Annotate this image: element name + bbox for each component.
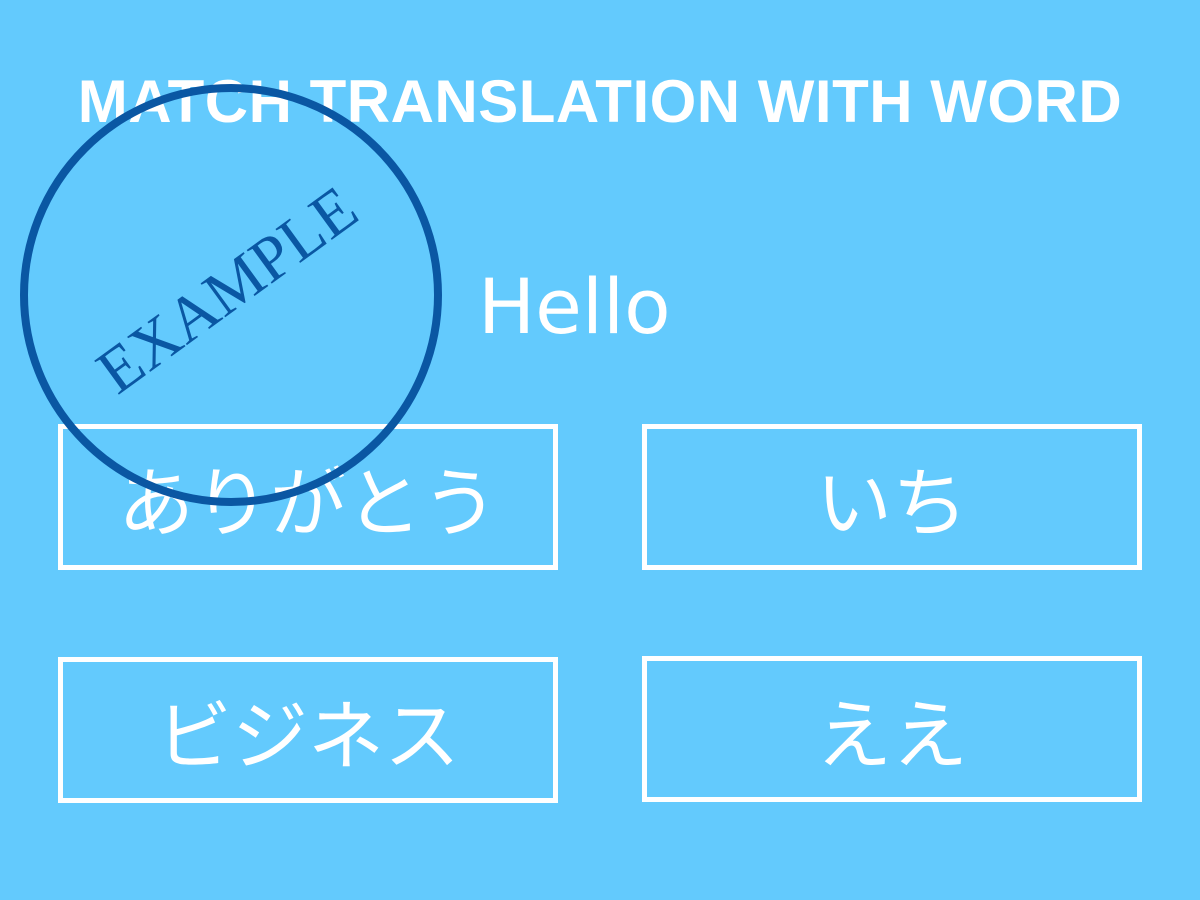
answer-option-1[interactable]: ありがとう xyxy=(58,424,558,570)
answer-option-2[interactable]: いち xyxy=(642,424,1142,570)
prompt-word: Hello xyxy=(478,262,671,351)
answer-option-4[interactable]: ええ xyxy=(642,656,1142,802)
stamp-text: EXAMPLE xyxy=(84,172,370,407)
instruction-title: MATCH TRANSLATION WITH WORD xyxy=(77,68,1123,135)
answer-option-3[interactable]: ビジネス xyxy=(58,657,558,803)
